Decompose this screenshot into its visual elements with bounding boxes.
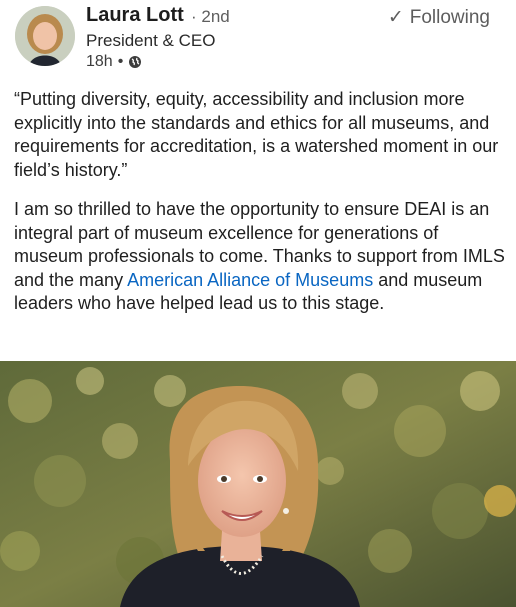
post-paragraph: I am so thrilled to have the opportunity… — [14, 198, 509, 316]
post-image[interactable] — [0, 361, 516, 607]
post-header: Laura Lott · 2nd President & CEO 18h • ✓… — [0, 0, 516, 80]
author-avatar[interactable] — [15, 6, 75, 66]
check-icon: ✓ — [387, 7, 404, 28]
meta-separator: • — [117, 53, 124, 70]
aam-mention-link[interactable]: American Alliance of Museums — [127, 270, 373, 290]
connection-degree: · 2nd — [191, 7, 230, 26]
post-time: 18h — [86, 53, 113, 70]
post-meta: 18h • — [86, 52, 142, 72]
globe-icon — [128, 55, 142, 69]
post-body: “Putting diversity, equity, accessibilit… — [14, 88, 509, 332]
author-name[interactable]: Laura Lott — [86, 4, 184, 27]
following-label: Following — [409, 6, 490, 28]
linkedin-post: Laura Lott · 2nd President & CEO 18h • ✓… — [0, 0, 516, 607]
following-button[interactable]: ✓ Following — [388, 6, 490, 29]
author-title: President & CEO — [86, 31, 216, 50]
post-quote: “Putting diversity, equity, accessibilit… — [14, 89, 499, 180]
